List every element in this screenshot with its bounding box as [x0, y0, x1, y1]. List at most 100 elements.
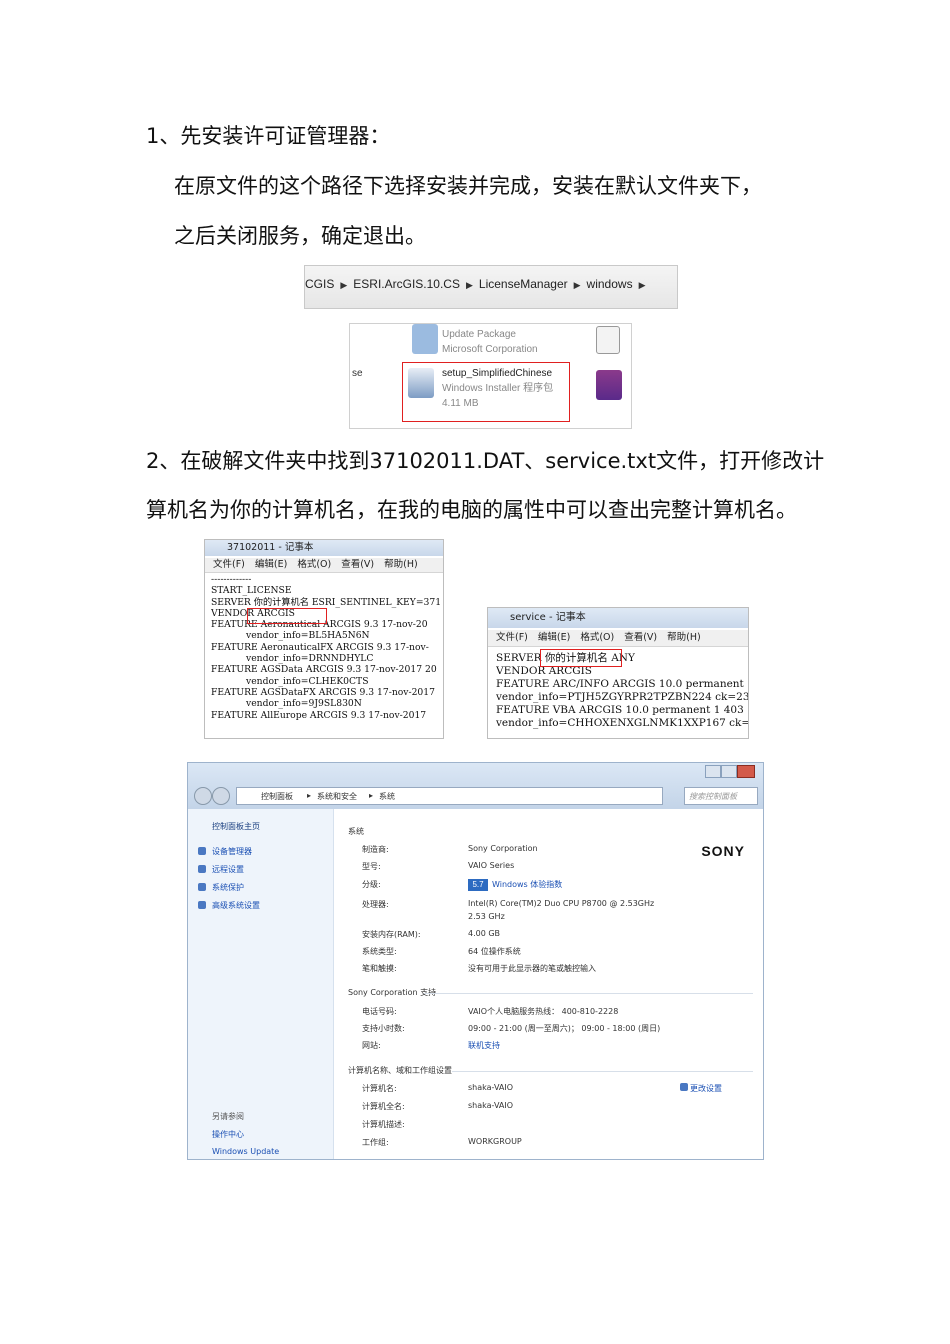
sidebar-item-remote-settings[interactable]: 远程设置: [212, 864, 244, 875]
chevron-right-icon: ▶: [340, 280, 348, 290]
sidebar: 控制面板主页 设备管理器 远程设置 系统保护 高级系统设置 另请参阅 操作中心 …: [188, 809, 334, 1159]
notepad-line: FEATURE AllEurope ARCGIS 9.3 17-nov-2017: [211, 709, 427, 721]
update-package-name[interactable]: Update Package: [442, 328, 516, 342]
back-button[interactable]: [194, 787, 212, 805]
notepad-line: SERVER 你的计算机名 ANY: [496, 652, 635, 664]
menu-view[interactable]: 查看(V): [341, 559, 374, 570]
info-label: 制造商:: [362, 845, 389, 854]
computer-section-title: 计算机名称、域和工作组设置: [348, 1066, 452, 1075]
section-divider: [424, 993, 753, 994]
breadcrumb-item[interactable]: ESRI.ArcGIS.10.CS: [353, 277, 460, 291]
info-value[interactable]: 联机支持: [468, 1040, 500, 1051]
menu-edit[interactable]: 编辑(E): [538, 632, 570, 643]
info-value: 09:00 - 21:00 (周一至周六)； 09:00 - 18:00 (周日…: [468, 1024, 661, 1033]
shield-icon: [198, 865, 206, 873]
info-label: 支持小时数:: [362, 1024, 405, 1033]
close-button[interactable]: [737, 765, 755, 778]
info-value: shaka-VAIO: [468, 1083, 514, 1092]
path-system[interactable]: 系统: [379, 791, 395, 802]
forward-button[interactable]: [212, 787, 230, 805]
info-label: 网站:: [362, 1041, 381, 1050]
path-system-security[interactable]: 系统和安全: [317, 791, 357, 802]
info-value: WORKGROUP: [468, 1137, 522, 1146]
info-label: 分级:: [362, 880, 381, 889]
menu-format[interactable]: 格式(O): [297, 559, 331, 570]
path-control-panel[interactable]: 控制面板: [261, 791, 293, 802]
info-label: 型号:: [362, 862, 381, 871]
step2-line2: 算机名为你的计算机名，在我的电脑的属性中可以查出完整计算机名。: [146, 498, 797, 522]
notepad-text[interactable]: ------------- START_LICENSE SERVER 你的计算机名 …: [211, 574, 443, 721]
breadcrumb-item[interactable]: LicenseManager: [479, 277, 568, 291]
sidebar-item-system-protection[interactable]: 系统保护: [212, 882, 244, 893]
notepad-line: FEATURE VBA ARCGIS 10.0 permanent 1 403: [496, 704, 744, 716]
winrar-archive-icon[interactable]: [596, 370, 622, 400]
step1-line2: 之后关闭服务，确定退出。: [174, 224, 426, 248]
notepad-line: FEATURE AGSDataFX ARCGIS 9.3 17-nov-2017: [211, 686, 435, 698]
notepad-line: SERVER 你的计算机名 ESRI_SENTINEL_KEY=371: [211, 596, 442, 608]
chevron-right-icon: ▶: [573, 280, 581, 290]
notepad-line: VENDOR ARCGIS: [496, 665, 592, 677]
sidebar-item-device-manager[interactable]: 设备管理器: [212, 846, 252, 857]
menu-view[interactable]: 查看(V): [624, 632, 657, 643]
breadcrumb-item[interactable]: windows: [587, 277, 633, 291]
notepad-file-icon[interactable]: [596, 326, 620, 354]
sidebar-home-link[interactable]: 控制面板主页: [212, 821, 260, 832]
notepad-text[interactable]: SERVER 你的计算机名 ANY VENDOR ARCGIS FEATURE AR…: [496, 652, 748, 730]
window-controls: [705, 765, 755, 779]
see-also-windows-update[interactable]: Windows Update: [212, 1147, 279, 1156]
step1-line1: 在原文件的这个路径下选择安装并完成，安装在默认文件夹下，: [174, 174, 762, 198]
breadcrumb-item[interactable]: CGIS: [305, 277, 334, 291]
see-also-action-center[interactable]: 操作中心: [212, 1129, 244, 1140]
info-value: shaka-VAIO: [468, 1101, 514, 1110]
info-label: 处理器:: [362, 900, 389, 909]
minimize-button[interactable]: [705, 765, 721, 778]
search-box[interactable]: 搜索控制面板: [684, 787, 758, 805]
menu-help[interactable]: 帮助(H): [384, 559, 418, 570]
menu-file[interactable]: 文件(F): [213, 559, 245, 570]
notepad-title: 37102011 - 记事本: [205, 540, 443, 556]
notepad-menu: 文件(F) 编辑(E) 格式(O) 查看(V) 帮助(H): [488, 630, 748, 647]
maximize-button[interactable]: [721, 765, 737, 778]
window-toolbar: 控制面板 ▸ 系统和安全 ▸ 系统 搜索控制面板: [188, 763, 763, 809]
address-bar[interactable]: 控制面板 ▸ 系统和安全 ▸ 系统: [236, 787, 663, 805]
system-section-title: 系统: [348, 827, 364, 836]
menu-file[interactable]: 文件(F): [496, 632, 528, 643]
notepad-line: -------------: [211, 574, 252, 585]
info-label: 电话号码:: [362, 1007, 397, 1016]
installer-files-panel: Update Package Microsoft Corporation se …: [349, 323, 632, 429]
notepad-line: VENDOR ARCGIS: [211, 607, 295, 619]
setup-file-name[interactable]: setup_SimplifiedChinese: [442, 367, 552, 381]
step1-heading: 1、先安装许可证管理器：: [146, 124, 391, 148]
notepad-line: START_LICENSE: [211, 585, 292, 597]
shield-icon: [198, 847, 206, 855]
info-label: 笔和触摸:: [362, 964, 397, 973]
change-settings-link[interactable]: 更改设置: [690, 1083, 722, 1094]
info-value: Intel(R) Core(TM)2 Duo CPU P8700 @ 2.53G…: [468, 899, 655, 908]
setup-file-type: Windows Installer 程序包: [442, 383, 554, 394]
notepad-title: service - 记事本: [488, 608, 748, 628]
system-properties-window: 控制面板 ▸ 系统和安全 ▸ 系统 搜索控制面板 控制面板主页 设备管理器 远程…: [187, 762, 764, 1160]
notepad-line: FEATURE AGSData ARCGIS 9.3 17-nov-2017 2…: [211, 664, 437, 676]
installer-package-icon: [408, 368, 434, 398]
system-details: SONY 系统 Sony Corporation 支持 计算机名称、域和工作组设…: [334, 809, 763, 1159]
menu-help[interactable]: 帮助(H): [667, 632, 701, 643]
info-value: VAIO个人电脑服务热线： 400-810-2228: [468, 1007, 619, 1016]
see-also-title: 另请参阅: [212, 1112, 244, 1121]
notepad-dat-window: 37102011 - 记事本 文件(F) 编辑(E) 格式(O) 查看(V) 帮助(H)…: [204, 539, 444, 739]
notepad-line: vendor_info=DRNNDHYLC: [211, 653, 374, 665]
chevron-right-icon: ▶: [465, 280, 473, 290]
computer-name-highlight: [540, 649, 622, 667]
shield-icon: [198, 883, 206, 891]
menu-edit[interactable]: 编辑(E): [255, 559, 287, 570]
experience-index-link[interactable]: Windows 体验指数: [492, 879, 562, 890]
info-label: 工作组:: [362, 1138, 389, 1147]
notepad-line: FEATURE Aeronautical ARCGIS 9.3 17-nov-2…: [211, 619, 428, 631]
step2-line1: 2、在破解文件夹中找到37102011.DAT、service.txt文件，打开…: [146, 449, 825, 473]
info-label: 系统类型:: [362, 947, 397, 956]
chevron-right-icon: ▶: [638, 280, 646, 290]
menu-format[interactable]: 格式(O): [580, 632, 614, 643]
info-value: 4.00 GB: [468, 929, 501, 938]
notepad-line: FEATURE ARC/INFO ARCGIS 10.0 permanent: [496, 678, 744, 690]
sidebar-item-advanced-settings[interactable]: 高级系统设置: [212, 900, 260, 911]
notepad-line: vendor_info=CHHOXENXGLNMK1XXP167 ck=38: [496, 717, 748, 729]
